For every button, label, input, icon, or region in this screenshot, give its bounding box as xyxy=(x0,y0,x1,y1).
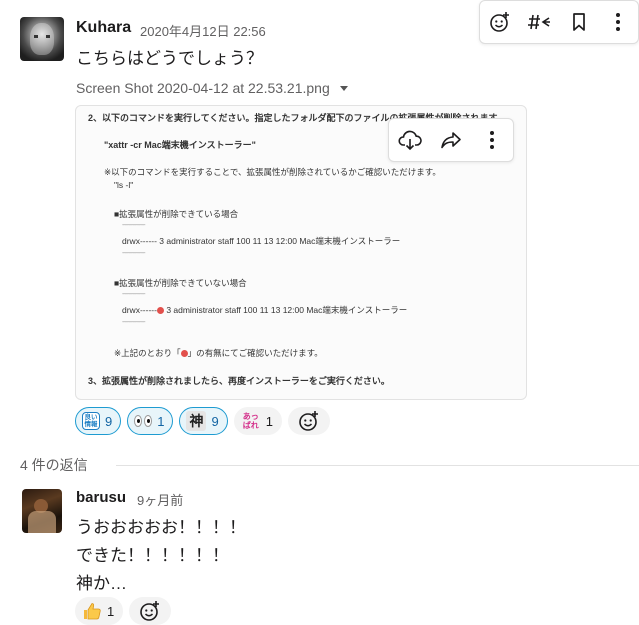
reply-timestamp[interactable]: 9ヶ月前 xyxy=(137,490,183,509)
file-name[interactable]: Screen Shot 2020-04-12 at 22.53.21.png xyxy=(76,80,330,96)
message-text: こちらはどうでしょう？ xyxy=(76,49,263,68)
reaction-count: 1 xyxy=(107,603,115,619)
add-reaction-button[interactable] xyxy=(287,407,330,435)
reaction-appare[interactable]: あっぱれ 1 xyxy=(233,407,282,435)
doc-dashes: ----------------- xyxy=(122,250,146,257)
replies-count-label: 4 件の返信 xyxy=(20,457,88,473)
message-actions-toolbar xyxy=(479,0,639,44)
doc-note: ※以下のコマンドを実行することで、拡張属性が削除されているかご確認いただけます。 xyxy=(104,167,441,177)
message-author[interactable]: Kuhara xyxy=(76,19,131,37)
reply-author-avatar[interactable] xyxy=(22,489,62,533)
reaction-count: 1 xyxy=(157,413,165,429)
reply-reaction-bar: 1 xyxy=(75,597,172,625)
good-info-emoji-icon: 良い情報 xyxy=(82,412,100,430)
more-icon[interactable] xyxy=(602,6,634,38)
chevron-down-icon[interactable] xyxy=(339,85,348,91)
attachment-actions-toolbar xyxy=(388,118,514,162)
doc-dashes: ----------------- xyxy=(122,291,146,298)
reaction-count: 9 xyxy=(105,413,113,429)
reaction-count: 9 xyxy=(211,413,219,429)
doc-line-removed: drwx------ 3 administrator staff 100 11 … xyxy=(122,236,401,246)
at-mark-icon xyxy=(156,307,164,315)
doc-step3: 3、拡張属性が削除されましたら、再度インストーラーをご実行ください。 xyxy=(88,376,390,386)
doc-line-not-removed: drwx------ 3 administrator staff 100 11 … xyxy=(122,305,408,315)
author-avatar[interactable] xyxy=(20,17,64,61)
add-reaction-icon[interactable] xyxy=(484,6,516,38)
reaction-bar: 良い情報 9 1 神 9 あっぱれ 1 xyxy=(75,407,330,435)
more-icon[interactable] xyxy=(476,124,508,156)
at-mark-icon xyxy=(180,350,188,358)
doc-ls-command: "ls -l" xyxy=(114,180,134,190)
replies-divider xyxy=(116,465,639,466)
add-reaction-button[interactable] xyxy=(129,597,172,625)
doc-case-not-removed: ■拡張属性が削除できていない場合 xyxy=(114,278,247,288)
kami-emoji-icon: 神 xyxy=(186,411,207,431)
appare-emoji-icon: あっぱれ xyxy=(242,412,259,430)
doc-confirm: ※上記のとおり「 」の有無にてご確認いただけます。 xyxy=(114,348,323,358)
add-reaction-icon xyxy=(299,411,318,431)
doc-dashes: ----------------- xyxy=(122,222,146,229)
eyes-emoji-icon xyxy=(134,415,153,427)
doc-case-removed: ■拡張属性が削除できている場合 xyxy=(114,209,239,219)
reply-text-line: うおおおおお！！！！ xyxy=(76,518,246,537)
reaction-count: 1 xyxy=(265,413,273,429)
add-reaction-icon xyxy=(140,601,160,621)
download-icon[interactable] xyxy=(394,124,426,156)
reaction-kami[interactable]: 神 9 xyxy=(179,407,228,435)
reply-text-line: 神か… xyxy=(76,574,127,593)
image-attachment[interactable]: 2、以下のコマンドを実行してください。指定したフォルダ配下のファイルの拡張属性が… xyxy=(75,105,527,400)
reaction-good-info[interactable]: 良い情報 9 xyxy=(75,407,122,435)
thumbs-up-icon xyxy=(84,603,101,620)
reaction-thumbs-up[interactable]: 1 xyxy=(75,597,124,625)
reply-thread-icon[interactable] xyxy=(523,6,555,38)
file-name-row[interactable]: Screen Shot 2020-04-12 at 22.53.21.png xyxy=(76,80,348,96)
share-icon[interactable] xyxy=(435,124,467,156)
reply-text-line: できた！！！！！！ xyxy=(76,546,229,565)
reply-author[interactable]: barusu xyxy=(76,489,126,506)
doc-dashes: ----------------- xyxy=(122,319,146,326)
bookmark-icon[interactable] xyxy=(563,6,595,38)
message-timestamp[interactable]: 2020年4月12日 22:56 xyxy=(140,21,266,40)
doc-command: "xattr -cr Mac端末機インストーラー" xyxy=(104,140,256,150)
reaction-eyes[interactable]: 1 xyxy=(127,407,174,435)
